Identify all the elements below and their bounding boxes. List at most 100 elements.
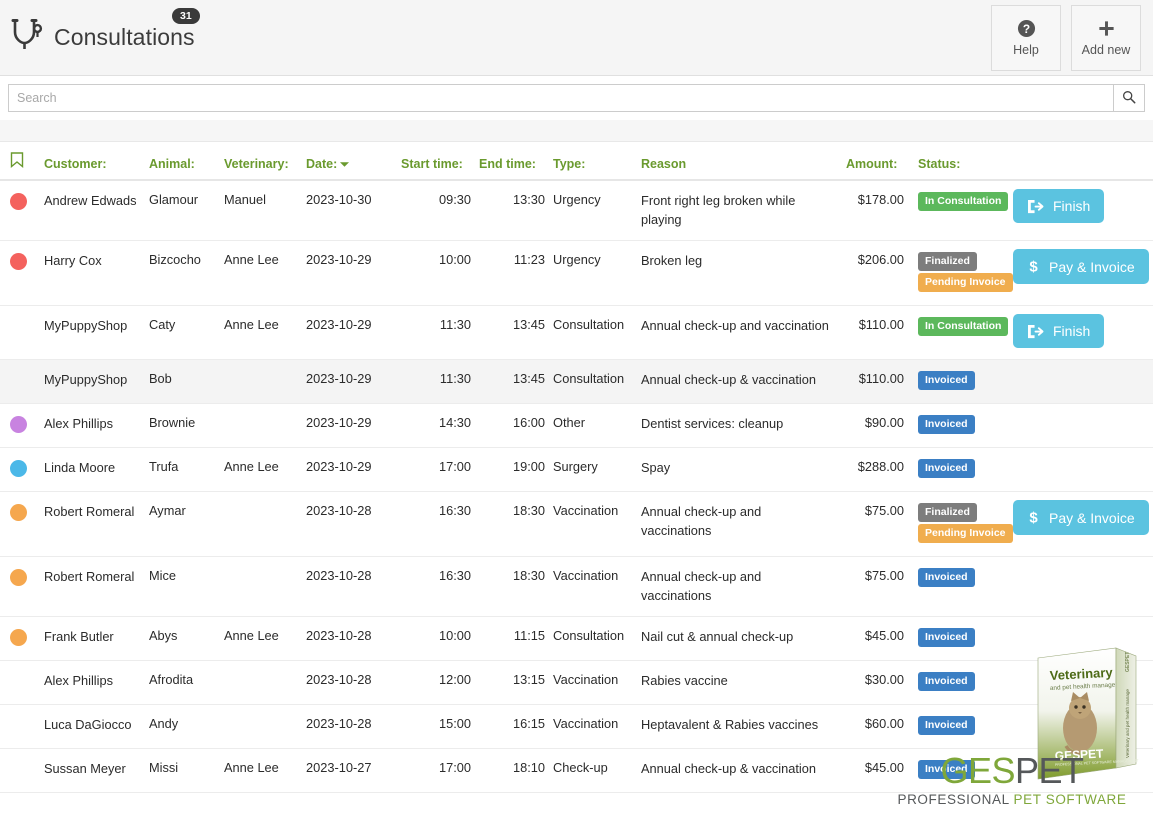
cell-status: Invoiced	[914, 748, 1009, 794]
cell-customer: Luca DaGiocco	[40, 704, 145, 750]
cell-amount: $30.00	[842, 660, 914, 706]
column-flag	[0, 142, 40, 181]
table-row[interactable]: Linda Moore Trufa Anne Lee 2023-10-29 17:00 1…	[0, 447, 1153, 493]
column-veterinary[interactable]: Veterinary:	[220, 142, 302, 181]
bookmark-icon[interactable]	[10, 152, 24, 171]
cell-customer: Robert Romeral	[40, 556, 145, 618]
cell-start-time: 11:30	[397, 359, 475, 405]
cell-veterinary: Anne Lee	[220, 447, 302, 493]
cell-actions	[1009, 660, 1153, 706]
cell-animal: Mice	[145, 556, 220, 618]
add-new-button[interactable]: Add new	[1071, 4, 1141, 71]
status-dot	[10, 460, 27, 478]
cell-start-time: 09:30	[397, 180, 475, 242]
row-flag-cell[interactable]	[0, 305, 40, 361]
cell-date: 2023-10-30	[302, 180, 397, 242]
row-flag-cell[interactable]	[0, 556, 40, 618]
cell-reason: Broken leg	[637, 240, 842, 307]
column-animal[interactable]: Animal:	[145, 142, 220, 181]
cell-type: Vaccination	[549, 556, 637, 618]
status-badge: Pending Invoice	[918, 273, 1013, 293]
cell-actions	[1009, 704, 1153, 750]
consultation-count-badge: 31	[172, 7, 200, 24]
cell-amount: $110.00	[842, 359, 914, 405]
finish-button[interactable]: Finish	[1013, 189, 1105, 223]
cell-veterinary	[220, 491, 302, 558]
row-flag-cell[interactable]	[0, 447, 40, 493]
row-flag-cell[interactable]	[0, 748, 40, 794]
pay-invoice-button[interactable]: $ Pay & Invoice	[1013, 249, 1149, 285]
column-type[interactable]: Type:	[549, 142, 637, 181]
cell-start-time: 17:00	[397, 447, 475, 493]
table-row[interactable]: Robert Romeral Aymar 2023-10-28 16:30 18:30 V…	[0, 491, 1153, 558]
cell-veterinary: Manuel	[220, 180, 302, 242]
cell-actions	[1009, 447, 1153, 493]
action-button-label: Pay & Invoice	[1049, 258, 1135, 275]
search-input[interactable]	[8, 84, 1113, 112]
cell-reason: Dentist services: cleanup	[637, 403, 842, 449]
table-row[interactable]: Sussan Meyer Missi Anne Lee 2023-10-27 17:00…	[0, 748, 1153, 794]
cell-customer: MyPuppyShop	[40, 359, 145, 405]
column-date[interactable]: Date:	[302, 142, 397, 181]
table-row[interactable]: Robert Romeral Mice 2023-10-28 16:30 18:30 Va…	[0, 556, 1153, 618]
cell-type: Vaccination	[549, 660, 637, 706]
column-end-time[interactable]: End time:	[475, 142, 549, 181]
cell-status: Invoiced	[914, 403, 1009, 449]
cell-end-time: 18:30	[475, 491, 549, 558]
row-flag-cell[interactable]	[0, 180, 40, 242]
page-title-group: Consultations 31	[10, 7, 200, 58]
cell-actions	[1009, 359, 1153, 405]
table-row[interactable]: Alex Phillips Brownie 2023-10-29 14:30 16:00…	[0, 403, 1153, 449]
status-dot	[10, 569, 27, 587]
column-actions	[1009, 142, 1153, 181]
table-body: Andrew Edwads Glamour Manuel 2023-10-30 09:3…	[0, 180, 1153, 794]
table-row[interactable]: Alex Phillips Afrodita 2023-10-28 12:00 13:1…	[0, 660, 1153, 706]
cell-end-time: 11:23	[475, 240, 549, 307]
row-flag-cell[interactable]	[0, 704, 40, 750]
row-flag-cell[interactable]	[0, 660, 40, 706]
action-button-label: Finish	[1053, 323, 1091, 340]
cell-date: 2023-10-28	[302, 704, 397, 750]
row-flag-cell[interactable]	[0, 491, 40, 558]
row-flag-cell[interactable]	[0, 616, 40, 662]
column-status[interactable]: Status:	[914, 142, 1009, 181]
cell-type: Consultation	[549, 359, 637, 405]
cell-date: 2023-10-28	[302, 616, 397, 662]
table-row[interactable]: Harry Cox Bizcocho Anne Lee 2023-10-29 10:00…	[0, 240, 1153, 307]
status-badge: Invoiced	[918, 628, 975, 648]
cell-status: Invoiced	[914, 556, 1009, 618]
table-row[interactable]: Andrew Edwads Glamour Manuel 2023-10-30 09:3…	[0, 180, 1153, 242]
table-row[interactable]: MyPuppyShop Bob 2023-10-29 11:30 13:45 Consul…	[0, 359, 1153, 405]
cell-veterinary	[220, 660, 302, 706]
row-flag-cell[interactable]	[0, 359, 40, 405]
table-row[interactable]: Luca DaGiocco Andy 2023-10-28 15:00 16:15 Vac…	[0, 704, 1153, 750]
status-badge: Invoiced	[918, 568, 975, 588]
column-reason[interactable]: Reason	[637, 142, 842, 181]
cell-type: Consultation	[549, 305, 637, 361]
row-flag-cell[interactable]	[0, 240, 40, 307]
table-row[interactable]: MyPuppyShop Caty Anne Lee 2023-10-29 11:30 13…	[0, 305, 1153, 361]
column-customer[interactable]: Customer:	[40, 142, 145, 181]
cell-actions: Finish	[1009, 180, 1153, 242]
column-amount[interactable]: Amount:	[842, 142, 914, 181]
help-button[interactable]: ? Help	[991, 4, 1061, 71]
cell-date: 2023-10-29	[302, 305, 397, 361]
table-row[interactable]: Frank Butler Abys Anne Lee 2023-10-28 10:00 1…	[0, 616, 1153, 662]
column-start-time[interactable]: Start time:	[397, 142, 475, 181]
cell-type: Vaccination	[549, 491, 637, 558]
stethoscope-icon	[10, 18, 44, 58]
pay-invoice-button[interactable]: $ Pay & Invoice	[1013, 500, 1149, 536]
cell-type: Surgery	[549, 447, 637, 493]
status-badge: Invoiced	[918, 672, 975, 692]
search-submit-button[interactable]	[1113, 84, 1145, 112]
cell-type: Check-up	[549, 748, 637, 794]
cell-date: 2023-10-29	[302, 240, 397, 307]
cell-amount: $178.00	[842, 180, 914, 242]
row-flag-cell[interactable]	[0, 403, 40, 449]
cell-reason: Annual check-up and vaccinations	[637, 491, 842, 558]
sign-out-icon	[1027, 199, 1044, 214]
cell-end-time: 13:45	[475, 359, 549, 405]
finish-button[interactable]: Finish	[1013, 314, 1105, 349]
cell-date: 2023-10-29	[302, 447, 397, 493]
cell-status: Invoiced	[914, 359, 1009, 405]
